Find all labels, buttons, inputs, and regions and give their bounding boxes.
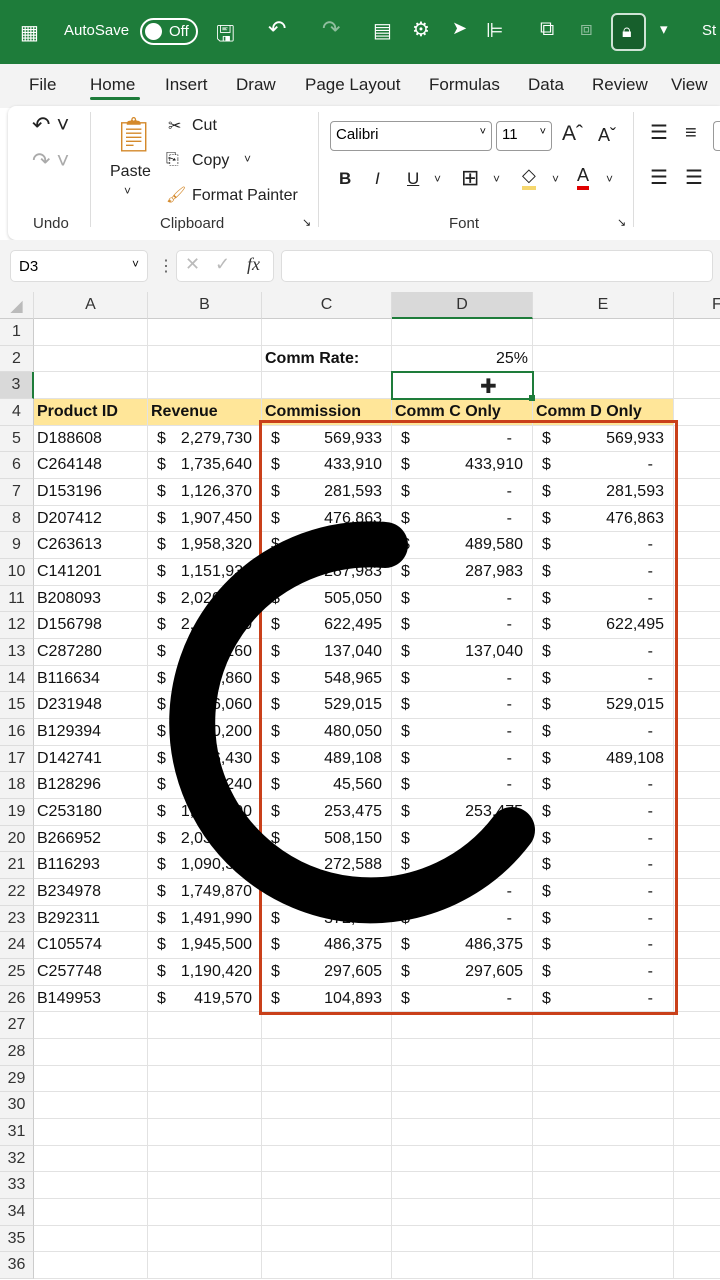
loading-spinner [169,521,535,924]
spinner-arc [169,521,535,924]
